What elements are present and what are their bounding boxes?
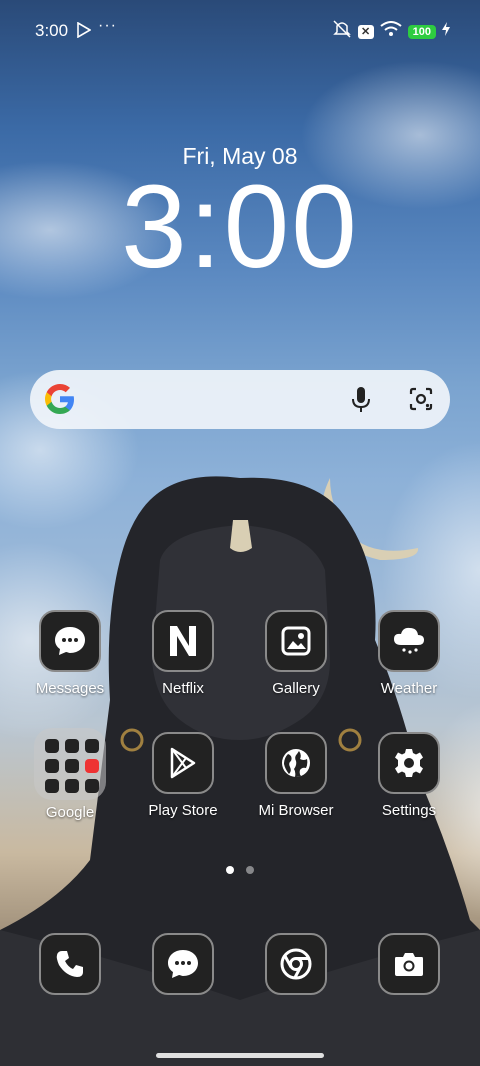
- camera-icon: [378, 933, 440, 995]
- app-label: Weather: [380, 680, 438, 697]
- mail-mini-icon: [65, 739, 79, 753]
- youtube-mini-icon: [45, 759, 59, 773]
- dock-messages[interactable]: [128, 933, 238, 995]
- weather-cloud-icon: [378, 610, 440, 672]
- maps-mini-icon: [65, 759, 79, 773]
- app-google-folder[interactable]: Google: [15, 728, 125, 821]
- drive-mini-icon: [85, 739, 99, 753]
- app-messages[interactable]: Messages: [15, 610, 125, 697]
- app-mi-browser[interactable]: Mi Browser: [241, 732, 351, 819]
- app-label: Play Store: [148, 802, 218, 819]
- globe-icon: [265, 732, 327, 794]
- message-bubble-icon: [39, 610, 101, 672]
- page-dot[interactable]: [246, 866, 254, 874]
- app-label: Mi Browser: [258, 802, 334, 819]
- home-screen: 3:00 ··· ✕ 100 Fri, May 08 3:00 Messages…: [0, 0, 480, 1066]
- dock-chrome[interactable]: [241, 933, 351, 995]
- netflix-n-icon: [152, 610, 214, 672]
- charging-icon: [442, 22, 450, 41]
- files-mini-icon: [85, 779, 99, 793]
- app-label: Netflix: [162, 680, 204, 697]
- app-label: Settings: [381, 802, 437, 819]
- message-bubble-icon: [152, 933, 214, 995]
- page-indicator: [0, 866, 480, 874]
- duo-mini-icon: [65, 779, 79, 793]
- app-label: Google: [45, 804, 95, 821]
- google-search-bar[interactable]: [30, 370, 450, 429]
- play-notification-icon: [77, 21, 92, 43]
- chrome-icon: [265, 933, 327, 995]
- gear-icon: [378, 732, 440, 794]
- google-logo-icon: [42, 381, 78, 422]
- page-dot-active[interactable]: [226, 866, 234, 874]
- wifi-icon: [380, 21, 402, 42]
- dock-camera[interactable]: [354, 933, 464, 995]
- photos-mini-icon: [45, 779, 59, 793]
- battery-indicator: 100: [407, 24, 436, 39]
- dock-phone[interactable]: [15, 933, 125, 995]
- no-sim-icon: ✕: [357, 24, 374, 39]
- status-time: 3:00: [35, 21, 69, 40]
- app-label: Messages: [35, 680, 105, 697]
- status-bar: 3:00 ··· ✕ 100: [0, 0, 480, 62]
- play-store-icon: [152, 732, 214, 794]
- google-lens-icon[interactable]: [408, 386, 434, 417]
- google-mini-icon: [45, 739, 59, 753]
- music-mini-icon: [85, 759, 99, 773]
- app-label: Gallery: [272, 680, 320, 697]
- app-weather[interactable]: Weather: [354, 610, 464, 697]
- folder-icon: [34, 728, 106, 800]
- phone-icon: [39, 933, 101, 995]
- app-netflix[interactable]: Netflix: [128, 610, 238, 697]
- status-icons: ✕ 100: [332, 20, 450, 43]
- mute-vibrate-icon: [332, 20, 352, 43]
- app-play-store[interactable]: Play Store: [128, 732, 238, 819]
- voice-search-mic-icon[interactable]: [350, 386, 372, 419]
- lockscreen-clock[interactable]: 3:00: [0, 168, 480, 286]
- gallery-image-icon: [265, 610, 327, 672]
- more-notifications-icon: ···: [98, 17, 117, 34]
- gesture-navigation-bar[interactable]: [156, 1053, 324, 1058]
- app-settings[interactable]: Settings: [354, 732, 464, 819]
- app-gallery[interactable]: Gallery: [241, 610, 351, 697]
